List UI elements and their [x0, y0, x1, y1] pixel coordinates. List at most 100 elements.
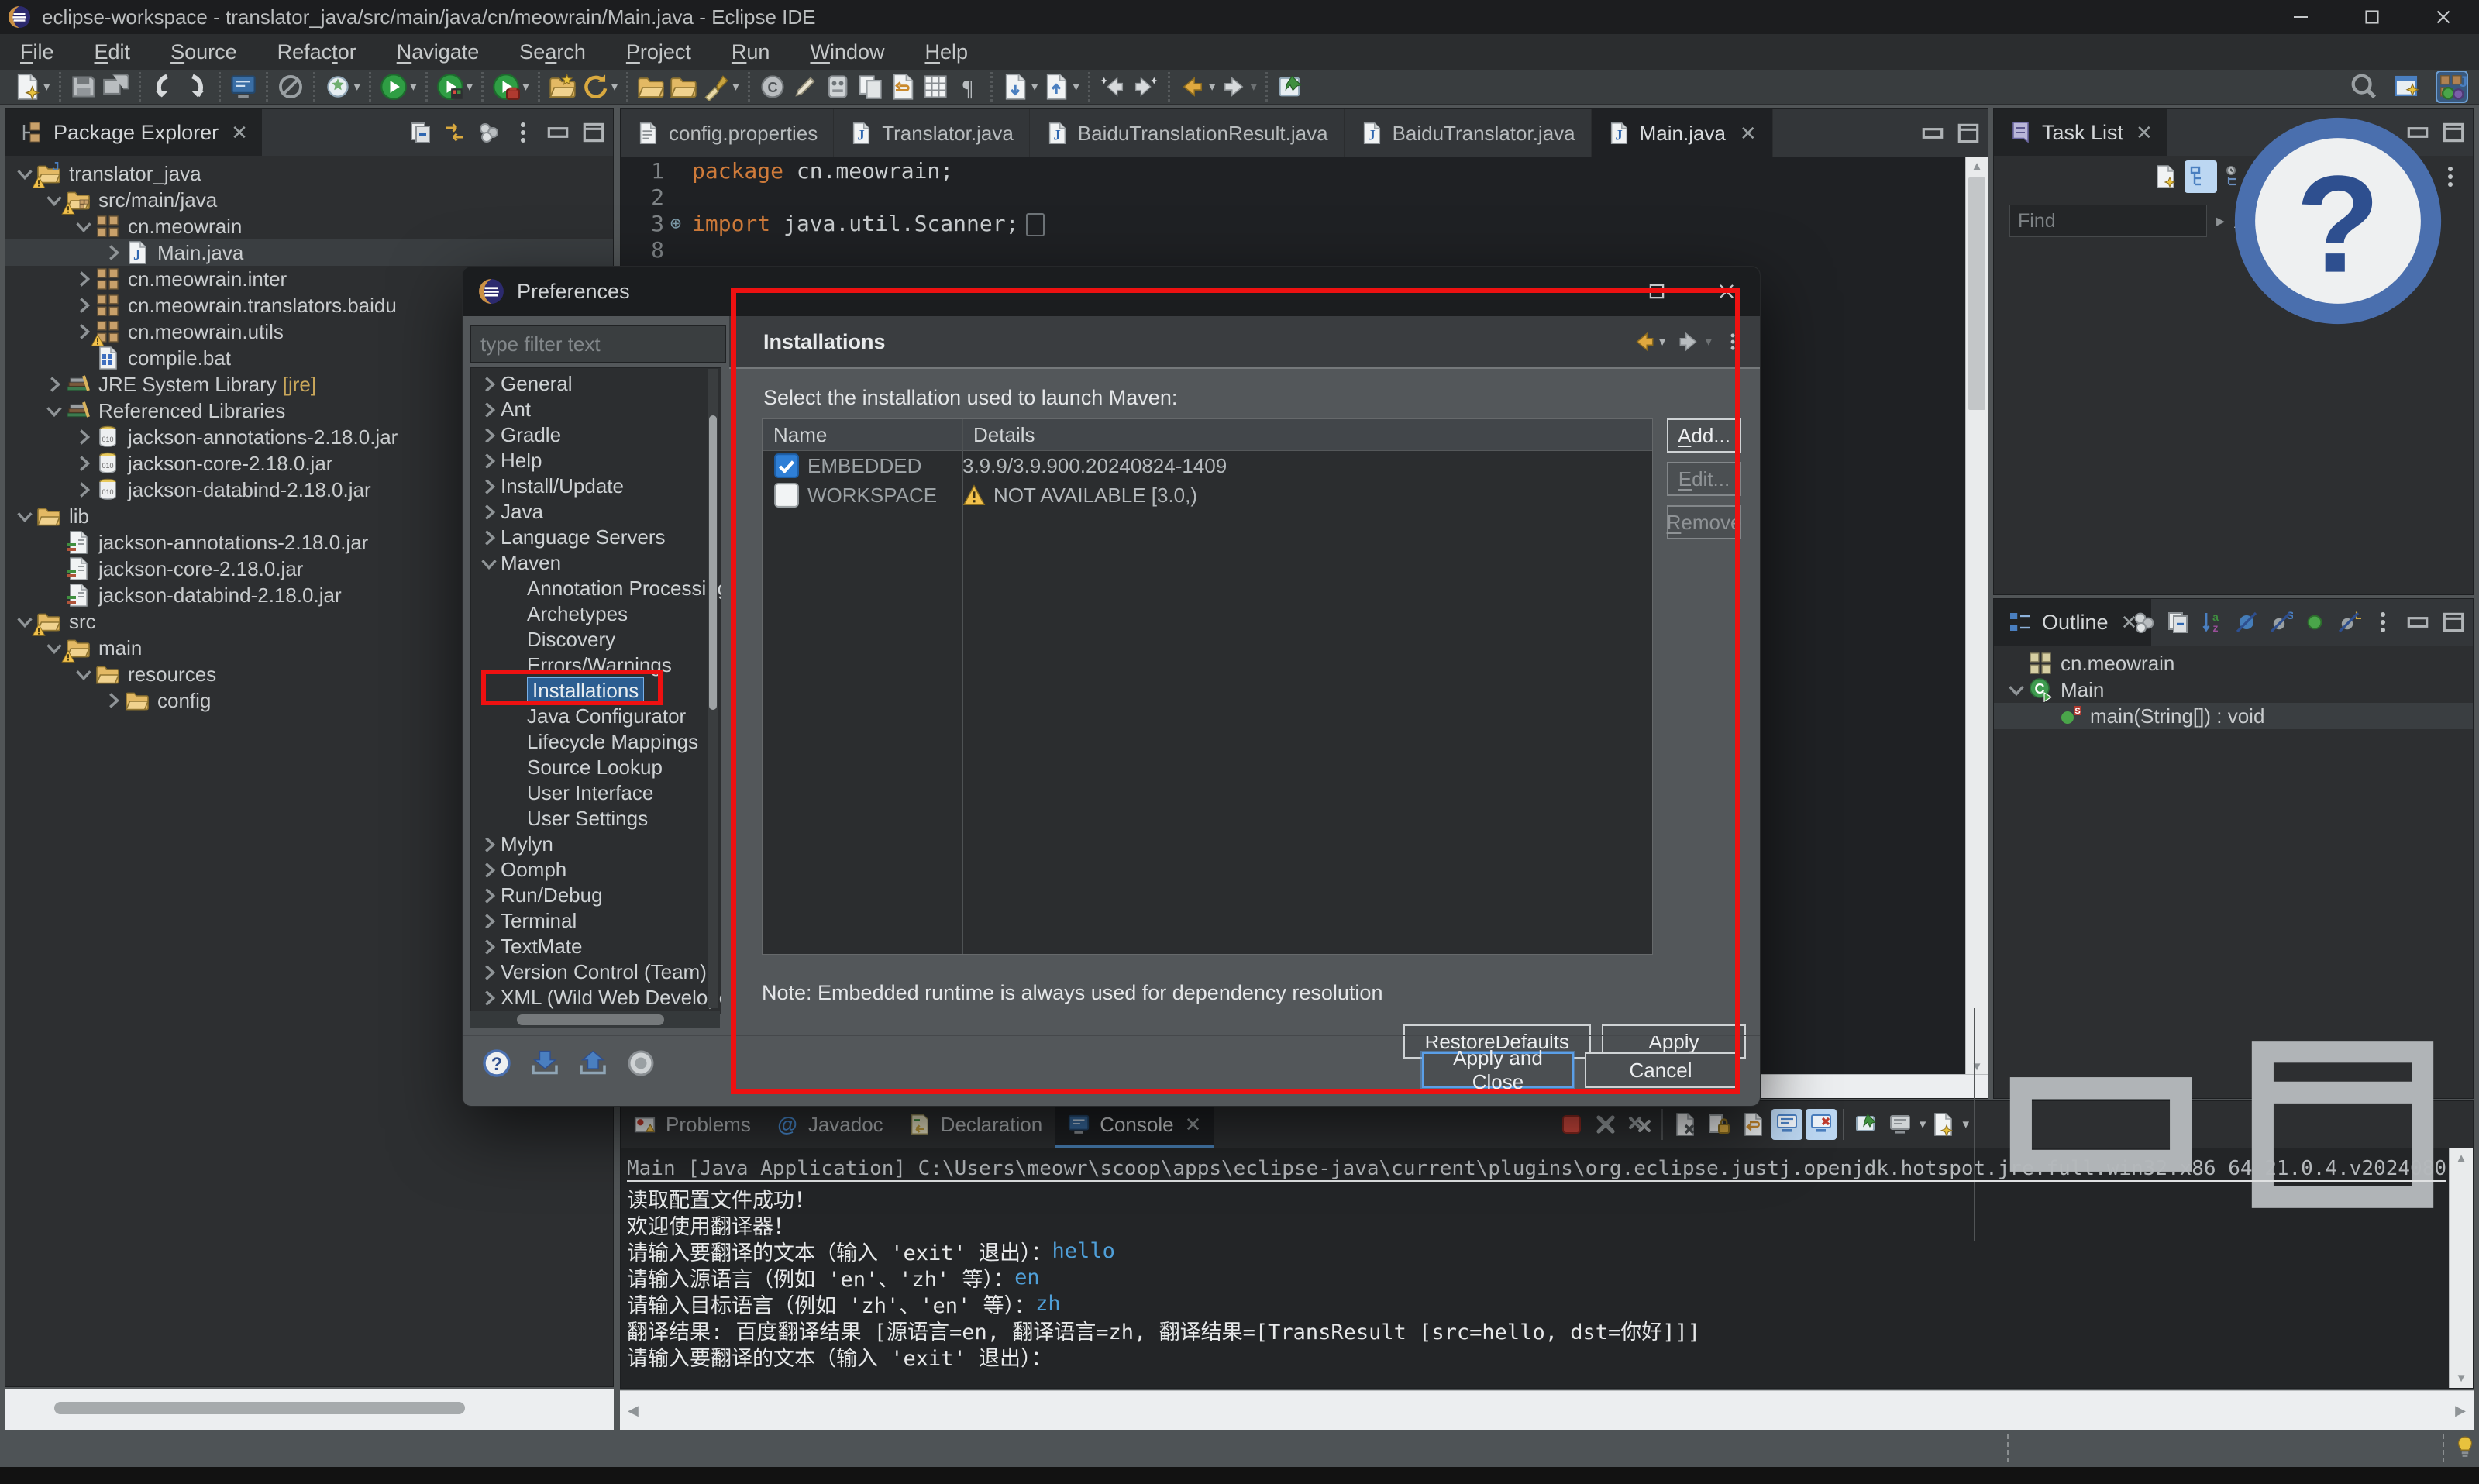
scroll-up-arrow[interactable]: ▲: [1966, 157, 1988, 174]
coverage-run-button[interactable]: ▾: [492, 73, 529, 101]
help-icon[interactable]: ?: [481, 1048, 512, 1079]
console-output[interactable]: 读取配置文件成功！欢迎使用翻译器！请输入要翻译的文本（输入 'exit' 退出）…: [627, 1185, 2446, 1385]
open-console-view-button[interactable]: [229, 73, 257, 101]
pref-tree-item-java-configurator[interactable]: Java Configurator: [471, 704, 721, 729]
collapse-all-button[interactable]: [401, 117, 432, 148]
pin-c-button[interactable]: C: [759, 73, 787, 101]
scrollbar-thumb[interactable]: [517, 1014, 664, 1025]
focus-gears-button[interactable]: [2124, 607, 2155, 638]
scrollbar-thumb[interactable]: [54, 1402, 465, 1414]
dialog-minimize-button[interactable]: [1551, 267, 1620, 316]
pref-tree-item-user-interface[interactable]: User Interface: [471, 780, 721, 806]
help-icon[interactable]: ?: [2222, 105, 2454, 337]
pencil-button[interactable]: [791, 73, 819, 101]
up-page-button[interactable]: ▾: [1042, 73, 1079, 101]
editor-vscrollbar[interactable]: ▲ ▼: [1965, 157, 1988, 1075]
editor-tab-baidutranslationresult-java[interactable]: JBaiduTranslationResult.java: [1030, 109, 1345, 157]
new-wizard-button[interactable]: ▾: [13, 73, 50, 101]
find-input[interactable]: [2009, 205, 2207, 237]
preferences-tree-vscrollbar[interactable]: [708, 369, 718, 1008]
back-icon[interactable]: [1630, 329, 1657, 355]
preferences-filter-input[interactable]: [470, 325, 726, 363]
open-export-button[interactable]: [670, 73, 697, 101]
forward-nav-button[interactable]: ▾: [1220, 73, 1257, 101]
package-explorer-hscrollbar[interactable]: [5, 1389, 614, 1430]
editor-tab-main-java[interactable]: JMain.java✕: [1592, 109, 1773, 157]
brush-button[interactable]: ▾: [702, 73, 739, 101]
import-icon[interactable]: [529, 1048, 560, 1079]
console-tab-problems[interactable]: Problems: [621, 1101, 763, 1148]
update-project-button[interactable]: ▾: [581, 73, 618, 101]
pref-tree-item-mylyn[interactable]: Mylyn: [471, 832, 721, 857]
menu-run[interactable]: Run: [711, 34, 790, 70]
wrap-page-button[interactable]: [889, 73, 917, 101]
clear-console-button[interactable]: [1669, 1109, 1700, 1140]
filters-button[interactable]: [469, 117, 500, 148]
editor-tab-translator-java[interactable]: JTranslator.java: [834, 109, 1030, 157]
save-button[interactable]: [70, 73, 98, 101]
window-maximize-button[interactable]: [2336, 0, 2408, 34]
launch-orb-button[interactable]: ▾: [324, 73, 361, 101]
sort-az-button[interactable]: az: [2192, 607, 2223, 638]
folded-region-box[interactable]: [1026, 213, 1045, 236]
menu-help[interactable]: Help: [904, 34, 988, 70]
tab-package-explorer[interactable]: Package Explorer ✕: [5, 109, 262, 156]
console-tab-declaration[interactable]: Declaration: [896, 1101, 1055, 1148]
installation-row[interactable]: EMBEDDED3.9.9/3.9.900.20240824-1409: [763, 451, 1652, 480]
tree-item-cn-meowrain[interactable]: cn.meowrain: [5, 213, 613, 239]
minimize-icon[interactable]: [2405, 609, 2431, 635]
save-all-button[interactable]: [102, 73, 130, 101]
new-task-button[interactable]: [2149, 160, 2181, 193]
prev-edit-button[interactable]: [150, 73, 177, 101]
pref-tree-item-oomph[interactable]: Oomph: [471, 857, 721, 883]
tree-item-main[interactable]: CMain: [1994, 677, 2473, 703]
menu-project[interactable]: Project: [606, 34, 711, 70]
column-name[interactable]: Name: [763, 419, 962, 450]
copy-pages-button[interactable]: [856, 73, 884, 101]
menu-refactor[interactable]: Refactor: [257, 34, 377, 70]
record-icon[interactable]: [625, 1048, 656, 1079]
forward-icon[interactable]: [1676, 329, 1703, 355]
dot-green-button[interactable]: [2295, 607, 2326, 638]
pref-tree-item-gradle[interactable]: Gradle: [471, 422, 721, 448]
scrollbar-thumb[interactable]: [709, 415, 717, 710]
close-icon[interactable]: ✕: [231, 121, 248, 145]
strike-s-button[interactable]: S: [2260, 607, 2291, 638]
remove-all-launches-button[interactable]: [1624, 1109, 1655, 1140]
pin-editor-button[interactable]: [1276, 73, 1304, 101]
pin-console-button[interactable]: [1851, 1109, 1882, 1140]
apply-and-close-button[interactable]: Apply and Close: [1422, 1052, 1574, 1088]
pref-tree-item-terminal[interactable]: Terminal: [471, 908, 721, 934]
add-button[interactable]: Add...: [1667, 418, 1741, 453]
checkbox-checked-icon[interactable]: [773, 453, 800, 479]
scroll-left-arrow[interactable]: ◀: [628, 1391, 639, 1430]
pref-tree-item-language-servers[interactable]: Language Servers: [471, 525, 721, 550]
pref-tree-item-user-settings[interactable]: User Settings: [471, 806, 721, 832]
tree-item-src-main-java[interactable]: src/main/java: [5, 187, 613, 213]
remove-launch-button[interactable]: [1590, 1109, 1621, 1140]
menu-window[interactable]: Window: [790, 34, 904, 70]
terminate-slash-button[interactable]: [277, 73, 305, 101]
dialog-close-button[interactable]: [1690, 267, 1760, 316]
scroll-lock-button[interactable]: [1703, 1109, 1734, 1140]
lightbulb-icon[interactable]: [2452, 1434, 2478, 1461]
fold-icon[interactable]: ⊕: [664, 212, 687, 234]
menu-file[interactable]: File: [0, 34, 74, 70]
export-icon[interactable]: [577, 1048, 608, 1079]
menu-edit[interactable]: Edit: [74, 34, 151, 70]
word-wrap-button[interactable]: [1737, 1109, 1768, 1140]
scroll-up-arrow[interactable]: ▲: [2450, 1149, 2473, 1166]
pref-tree-item-annotation-processing[interactable]: Annotation Processing: [471, 576, 721, 601]
installations-table[interactable]: Name Details EMBEDDED3.9.9/3.9.900.20240…: [762, 418, 1653, 955]
maximize-icon[interactable]: [1955, 120, 1981, 146]
maximize-icon[interactable]: [580, 119, 607, 146]
pilcrow-button[interactable]: ¶: [954, 73, 982, 101]
close-icon[interactable]: ✕: [1185, 1113, 1202, 1137]
remove-button[interactable]: Remove: [1667, 505, 1741, 539]
run-button[interactable]: ▾: [380, 73, 417, 101]
menu-navigate[interactable]: Navigate: [377, 34, 500, 70]
search-button[interactable]: [2335, 71, 2378, 105]
show-stdout-button[interactable]: [1771, 1109, 1802, 1140]
view-menu-button[interactable]: [2363, 607, 2394, 638]
checkbox-unchecked-icon[interactable]: [773, 482, 800, 508]
